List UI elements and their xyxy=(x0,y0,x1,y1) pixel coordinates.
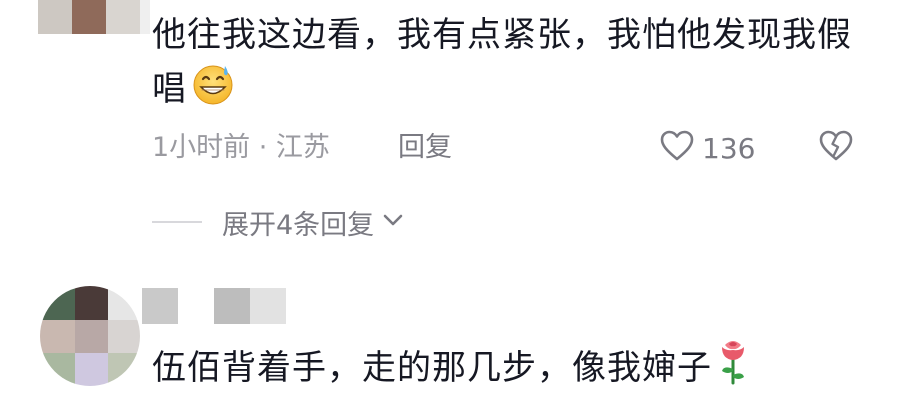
heart-icon xyxy=(660,130,694,166)
grinning-sweat-emoji xyxy=(191,62,235,122)
expand-replies-label: 展开4条回复 xyxy=(222,209,375,241)
broken-heart-icon xyxy=(818,130,854,166)
dislike-button[interactable] xyxy=(814,126,858,170)
reply-button[interactable]: 回复 xyxy=(398,128,452,168)
expand-replies-button[interactable]: 展开4条回复 xyxy=(152,200,404,244)
comment-2-text: 伍佰背着手，走的那几步，像我婶子 xyxy=(152,335,750,401)
comment-1-text: 他往我这边看，我有点紧张，我怕他发现我假唱 xyxy=(152,8,852,122)
expand-divider xyxy=(152,221,202,223)
like-count: 136 xyxy=(702,131,756,165)
comment-list: 他往我这边看，我有点紧张，我怕他发现我假唱 1小时前 · 江苏 回复 136 展… xyxy=(0,0,900,404)
chevron-down-icon xyxy=(382,212,404,232)
like-button[interactable]: 136 xyxy=(660,126,755,170)
avatar[interactable] xyxy=(40,286,140,386)
comment-1-meta: 1小时前 · 江苏 xyxy=(152,132,330,163)
rose-emoji xyxy=(716,335,750,401)
